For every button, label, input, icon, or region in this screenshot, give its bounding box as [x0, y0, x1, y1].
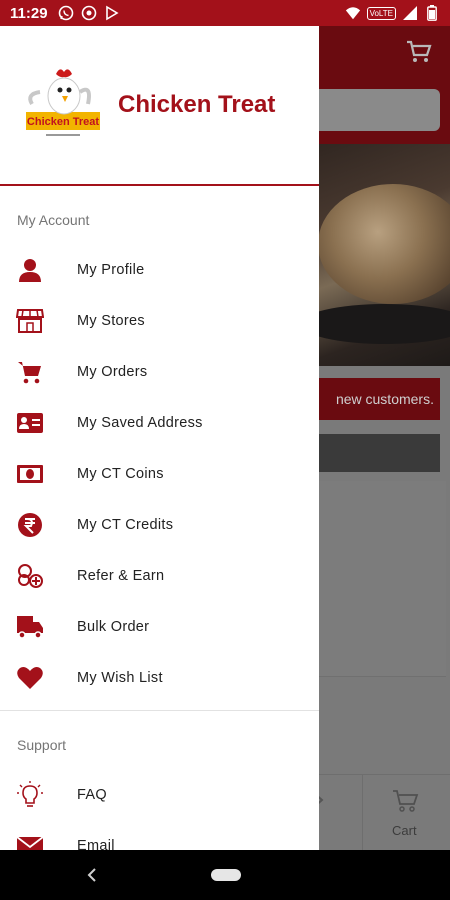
menu-item-label: My Saved Address: [77, 414, 203, 431]
menu-item-label: My CT Credits: [77, 516, 174, 533]
status-bar: 11:29 VoLTE: [0, 0, 450, 26]
menu-item-label: My CT Coins: [77, 465, 164, 482]
profile-icon: [16, 256, 44, 284]
whatsapp-icon: [58, 5, 74, 21]
signal-icon: [402, 5, 418, 21]
email-icon: [16, 832, 44, 850]
promo-strip[interactable]: new customers.: [300, 378, 440, 420]
support-section-title: Support: [17, 737, 67, 753]
cash-icon: [16, 460, 44, 488]
rupee-icon: [16, 511, 44, 539]
system-nav-bar: [0, 850, 450, 900]
bottom-nav: rs Cart: [300, 774, 450, 851]
cart-icon: [16, 358, 44, 386]
menu-item-refer-earn[interactable]: Refer & Earn: [0, 550, 319, 601]
navigation-drawer: Chicken Treat Chicken Treat My Account M…: [0, 26, 319, 850]
menu-item-faq[interactable]: FAQ: [0, 769, 319, 820]
address-card-icon: [16, 409, 44, 437]
play-icon: [104, 5, 120, 21]
menu-item-ct-coins[interactable]: My CT Coins: [0, 448, 319, 499]
cart-icon[interactable]: [406, 40, 432, 64]
menu-item-email[interactable]: Email: [0, 820, 319, 850]
menu-item-label: Bulk Order: [77, 618, 150, 635]
refer-coins-icon: [16, 562, 44, 590]
notification-icon: [81, 5, 97, 21]
menu-item-my-stores[interactable]: My Stores: [0, 295, 319, 346]
drawer-header: Chicken Treat Chicken Treat: [0, 26, 319, 186]
menu-item-label: Email: [77, 837, 115, 851]
menu-item-label: FAQ: [77, 786, 107, 803]
home-pill-icon[interactable]: [211, 869, 241, 881]
menu-item-label: My Stores: [77, 312, 145, 329]
chicken-image: [318, 184, 450, 304]
bg-bar[interactable]: [300, 434, 440, 472]
menu-item-label: My Wish List: [77, 669, 163, 686]
bg-card[interactable]: [300, 481, 446, 677]
logo-text: Chicken Treat: [27, 116, 99, 128]
store-icon: [16, 307, 44, 335]
account-section-title: My Account: [17, 212, 90, 228]
cart-icon[interactable]: [392, 789, 420, 813]
nav-cart-label[interactable]: Cart: [392, 823, 417, 838]
brand-logo: Chicken Treat: [22, 64, 104, 146]
menu-item-label: My Profile: [77, 261, 145, 278]
status-time: 11:29: [10, 4, 48, 22]
back-icon[interactable]: [86, 867, 98, 883]
wifi-icon: [345, 5, 361, 21]
menu-item-my-profile[interactable]: My Profile: [0, 244, 319, 295]
lightbulb-icon: [16, 780, 44, 809]
volte-icon: VoLTE: [366, 6, 396, 20]
heart-icon: [16, 664, 44, 692]
menu-item-wish-list[interactable]: My Wish List: [0, 652, 319, 703]
menu-item-my-orders[interactable]: My Orders: [0, 346, 319, 397]
brand-name: Chicken Treat: [118, 91, 276, 118]
promo-text: new customers.: [335, 391, 434, 407]
menu-item-bulk-order[interactable]: Bulk Order: [0, 601, 319, 652]
menu-item-saved-address[interactable]: My Saved Address: [0, 397, 319, 448]
plate-image: [300, 304, 450, 344]
menu-item-label: Refer & Earn: [77, 567, 165, 584]
truck-icon: [16, 613, 44, 641]
menu-item-ct-credits[interactable]: My CT Credits: [0, 499, 319, 550]
nav-divider: [362, 775, 363, 851]
search-field[interactable]: [300, 89, 440, 131]
menu-item-label: My Orders: [77, 363, 148, 380]
banner-image[interactable]: [300, 144, 450, 366]
battery-icon: [424, 5, 440, 21]
